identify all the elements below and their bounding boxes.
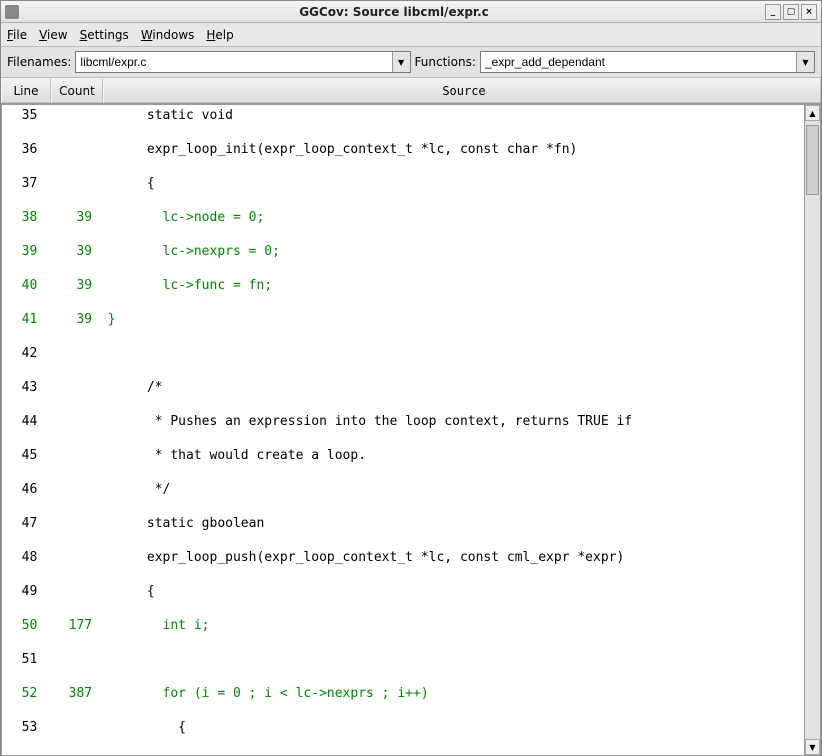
filter-row: Filenames: ▼ Functions: ▼ bbox=[1, 47, 821, 78]
scroll-thumb[interactable] bbox=[806, 125, 819, 195]
menu-settings[interactable]: Settings bbox=[80, 28, 129, 42]
menu-file[interactable]: File bbox=[7, 28, 27, 42]
functions-label: Functions: bbox=[415, 55, 476, 69]
source-line: 51 bbox=[6, 651, 804, 668]
column-header-source[interactable]: Source bbox=[103, 78, 821, 103]
source-line: 41 39 } bbox=[6, 311, 804, 328]
source-line: 50 177 int i; bbox=[6, 617, 804, 634]
scroll-up-icon[interactable]: ▲ bbox=[805, 105, 820, 121]
filenames-label: Filenames: bbox=[7, 55, 71, 69]
source-line: 39 39 lc->nexprs = 0; bbox=[6, 243, 804, 260]
source-line: 43 /* bbox=[6, 379, 804, 396]
menu-windows[interactable]: Windows bbox=[141, 28, 195, 42]
column-headers: Line Count Source bbox=[1, 78, 821, 104]
source-line: 40 39 lc->func = fn; bbox=[6, 277, 804, 294]
filenames-combo[interactable]: ▼ bbox=[75, 51, 410, 73]
source-scroll-area: 35 static void 36 expr_loop_init(expr_lo… bbox=[1, 104, 821, 756]
source-line: 45 * that would create a loop. bbox=[6, 447, 804, 464]
source-line: 38 39 lc->node = 0; bbox=[6, 209, 804, 226]
source-line: 35 static void bbox=[6, 107, 804, 124]
source-view[interactable]: 35 static void 36 expr_loop_init(expr_lo… bbox=[1, 104, 805, 756]
source-line: 52 387 for (i = 0 ; i < lc->nexprs ; i++… bbox=[6, 685, 804, 702]
column-header-line[interactable]: Line bbox=[1, 78, 51, 103]
source-line: 46 */ bbox=[6, 481, 804, 498]
functions-dropdown-icon[interactable]: ▼ bbox=[796, 52, 814, 72]
source-line: 37 { bbox=[6, 175, 804, 192]
minimize-button[interactable]: _ bbox=[765, 4, 781, 20]
source-line: 53 { bbox=[6, 719, 804, 736]
vertical-scrollbar[interactable]: ▲ ▼ bbox=[805, 104, 821, 756]
column-header-count[interactable]: Count bbox=[51, 78, 103, 103]
app-icon bbox=[5, 5, 19, 19]
source-line: 49 { bbox=[6, 583, 804, 600]
source-line: 48 expr_loop_push(expr_loop_context_t *l… bbox=[6, 549, 804, 566]
source-line: 44 * Pushes an expression into the loop … bbox=[6, 413, 804, 430]
filenames-dropdown-icon[interactable]: ▼ bbox=[392, 52, 410, 72]
scroll-down-icon[interactable]: ▼ bbox=[805, 739, 820, 755]
menu-view[interactable]: View bbox=[39, 28, 67, 42]
window-title: GGCov: Source libcml/expr.c bbox=[25, 5, 763, 19]
source-line: 42 bbox=[6, 345, 804, 362]
filenames-input[interactable] bbox=[76, 52, 391, 72]
maximize-button[interactable]: ▢ bbox=[783, 4, 799, 20]
menu-bar: File View Settings Windows Help bbox=[1, 23, 821, 47]
functions-combo[interactable]: ▼ bbox=[480, 51, 815, 73]
source-line: 36 expr_loop_init(expr_loop_context_t *l… bbox=[6, 141, 804, 158]
menu-help[interactable]: Help bbox=[206, 28, 233, 42]
functions-input[interactable] bbox=[481, 52, 796, 72]
close-button[interactable]: × bbox=[801, 4, 817, 20]
source-line: 47 static gboolean bbox=[6, 515, 804, 532]
scroll-track[interactable] bbox=[805, 121, 820, 739]
title-bar: GGCov: Source libcml/expr.c _ ▢ × bbox=[1, 1, 821, 23]
